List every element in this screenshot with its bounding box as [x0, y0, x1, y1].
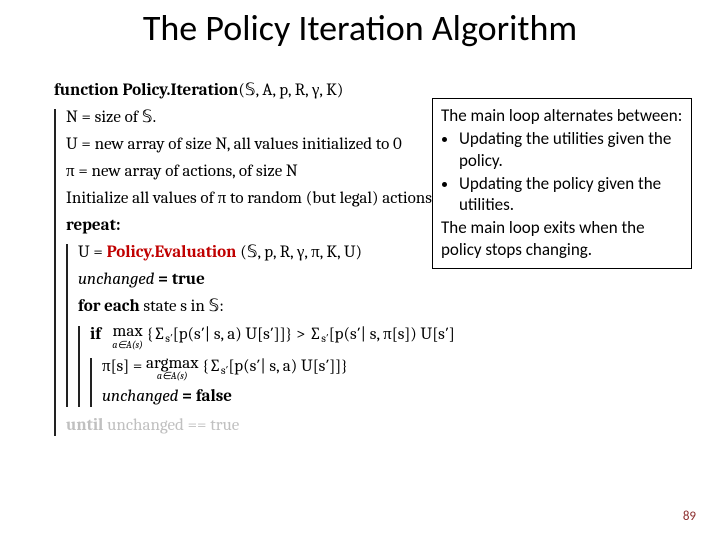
indent-bar-3 [78, 326, 80, 406]
eval-call: Policy.Evaluation [107, 243, 237, 262]
indent-bar-2 [66, 244, 68, 407]
box-bullet: Updating the utilities given the policy. [459, 128, 683, 171]
algo-line-piassign: π[s] = argmax a∈A(s) {∑s′[p(s′| s, a) U[… [102, 356, 694, 382]
algo-line-if: if max a∈A(s) {∑s′[p(s′| s, a) U[s′]]} >… [90, 324, 694, 350]
fn-name: Policy.Iteration [122, 80, 238, 103]
fn-keyword: function [54, 80, 119, 103]
indent-bar-4 [90, 358, 92, 407]
fn-args: (𝕊, A, p, R, γ, K) [238, 80, 343, 103]
box-intro: The main loop alternates between: [441, 105, 683, 126]
slide-title: The Policy Iteration Algorithm [0, 6, 720, 50]
indent-bar-1 [54, 109, 56, 436]
box-bullet: Updating the policy given the utilities. [459, 173, 683, 216]
algo-line-foreach: for each state s in 𝕊: [78, 296, 694, 319]
box-outro: The main loop exits when the policy stop… [441, 217, 683, 260]
box-bullets: Updating the utilities given the policy.… [459, 128, 683, 215]
explainer-box: The main loop alternates between: Updati… [432, 98, 692, 269]
algo-line-until: until unchanged == true [66, 415, 694, 438]
algo-line-unchanged-false: unchanged = false [102, 386, 694, 409]
page-number: 89 [683, 509, 696, 524]
algo-line-unchanged-true: unchanged = true [78, 269, 694, 292]
